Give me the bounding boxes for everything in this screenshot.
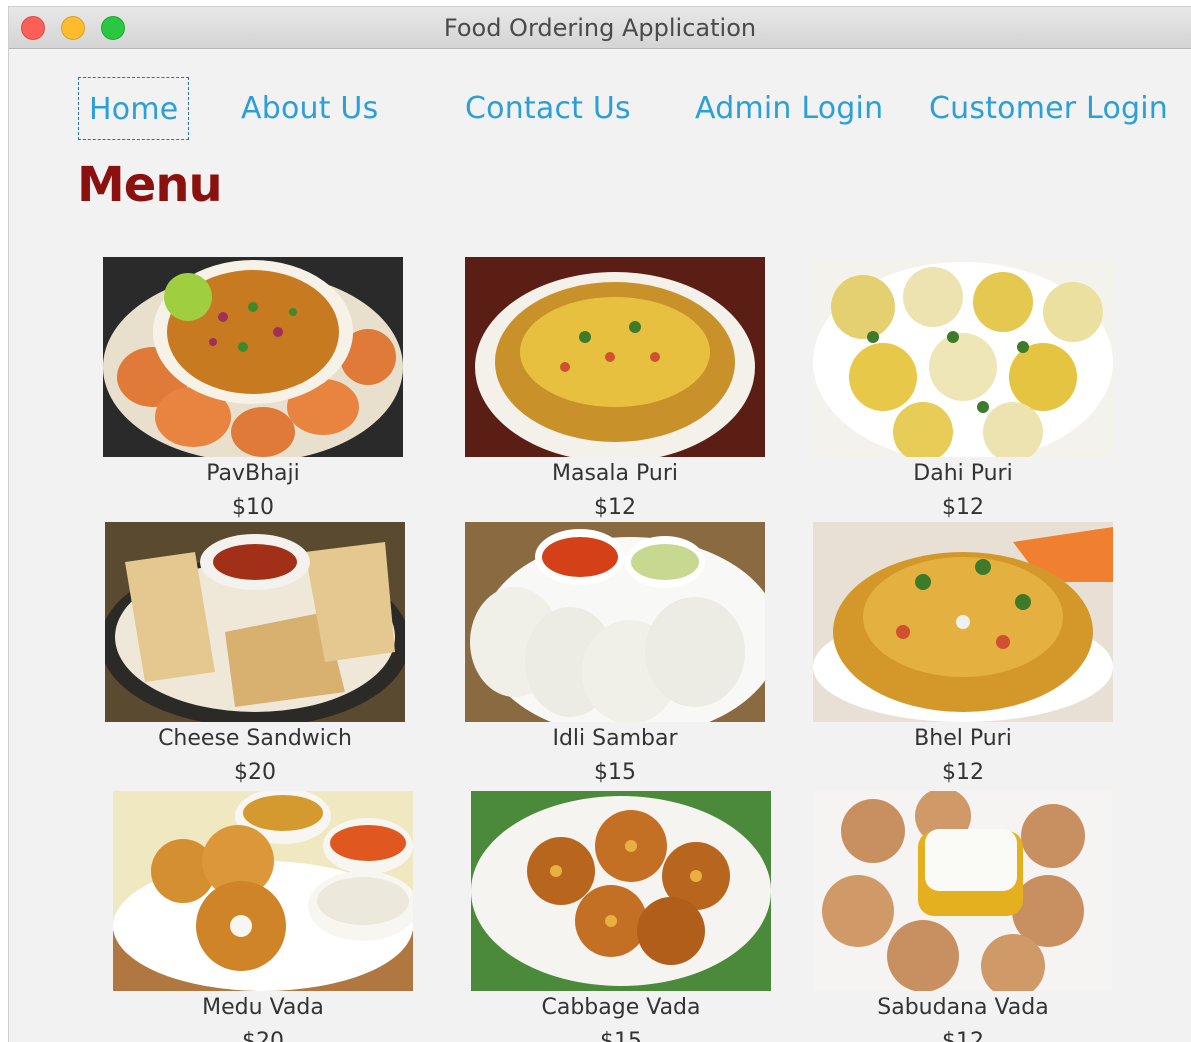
masala-puri-image[interactable] bbox=[465, 257, 765, 457]
nav-contact-link[interactable]: Contact Us bbox=[465, 91, 631, 126]
item-price: $12 bbox=[942, 1029, 984, 1042]
menu-item-bhel-puri[interactable]: Bhel Puri $12 bbox=[813, 522, 1113, 785]
item-name: Dahi Puri bbox=[913, 461, 1013, 486]
cabbage-vada-image[interactable] bbox=[471, 791, 771, 991]
item-price: $12 bbox=[942, 495, 984, 520]
dahi-puri-image[interactable] bbox=[813, 257, 1113, 457]
menu-item-masala-puri[interactable]: Masala Puri $12 bbox=[465, 257, 765, 520]
menu-item-pavbhaji[interactable]: PavBhaji $10 bbox=[103, 257, 403, 520]
idli-sambar-image[interactable] bbox=[465, 522, 765, 722]
bhel-puri-image[interactable] bbox=[813, 522, 1113, 722]
item-price: $12 bbox=[942, 760, 984, 785]
item-name: Medu Vada bbox=[202, 995, 324, 1020]
nav-about-link[interactable]: About Us bbox=[241, 91, 378, 126]
menu-item-idli-sambar[interactable]: Idli Sambar $15 bbox=[465, 522, 765, 785]
item-price: $12 bbox=[594, 495, 636, 520]
item-name: PavBhaji bbox=[206, 461, 300, 486]
item-price: $20 bbox=[234, 760, 276, 785]
item-name: Cheese Sandwich bbox=[158, 726, 352, 751]
menu-item-dahi-puri[interactable]: Dahi Puri $12 bbox=[813, 257, 1113, 520]
app-window: Food Ordering Application Home About Us … bbox=[8, 6, 1191, 1042]
menu-item-medu-vada[interactable]: Medu Vada $20 bbox=[113, 791, 413, 1042]
nav-home-link[interactable]: Home bbox=[78, 77, 190, 140]
item-name: Masala Puri bbox=[552, 461, 678, 486]
title-bar[interactable]: Food Ordering Application bbox=[9, 7, 1191, 49]
nav-admin-login-link[interactable]: Admin Login bbox=[695, 91, 883, 126]
item-price: $15 bbox=[594, 760, 636, 785]
item-name: Sabudana Vada bbox=[877, 995, 1049, 1020]
menu-item-cheese-sandwich[interactable]: Cheese Sandwich $20 bbox=[105, 522, 405, 785]
cheese-sandwich-image[interactable] bbox=[105, 522, 405, 722]
menu-item-sabudana-vada[interactable]: Sabudana Vada $12 bbox=[813, 791, 1113, 1042]
item-name: Cabbage Vada bbox=[541, 995, 701, 1020]
menu-item-cabbage-vada[interactable]: Cabbage Vada $15 bbox=[471, 791, 771, 1042]
item-name: Idli Sambar bbox=[552, 726, 678, 751]
medu-vada-image[interactable] bbox=[113, 791, 413, 991]
sabudana-vada-image[interactable] bbox=[813, 791, 1113, 991]
pavbhaji-image[interactable] bbox=[103, 257, 403, 457]
window-title: Food Ordering Application bbox=[443, 14, 757, 42]
nav-customer-login-link[interactable]: Customer Login bbox=[929, 91, 1168, 126]
item-price: $15 bbox=[600, 1029, 642, 1042]
item-price: $10 bbox=[232, 495, 274, 520]
item-price: $20 bbox=[242, 1029, 284, 1042]
menu-heading: Menu bbox=[77, 157, 223, 213]
item-name: Bhel Puri bbox=[914, 726, 1012, 751]
